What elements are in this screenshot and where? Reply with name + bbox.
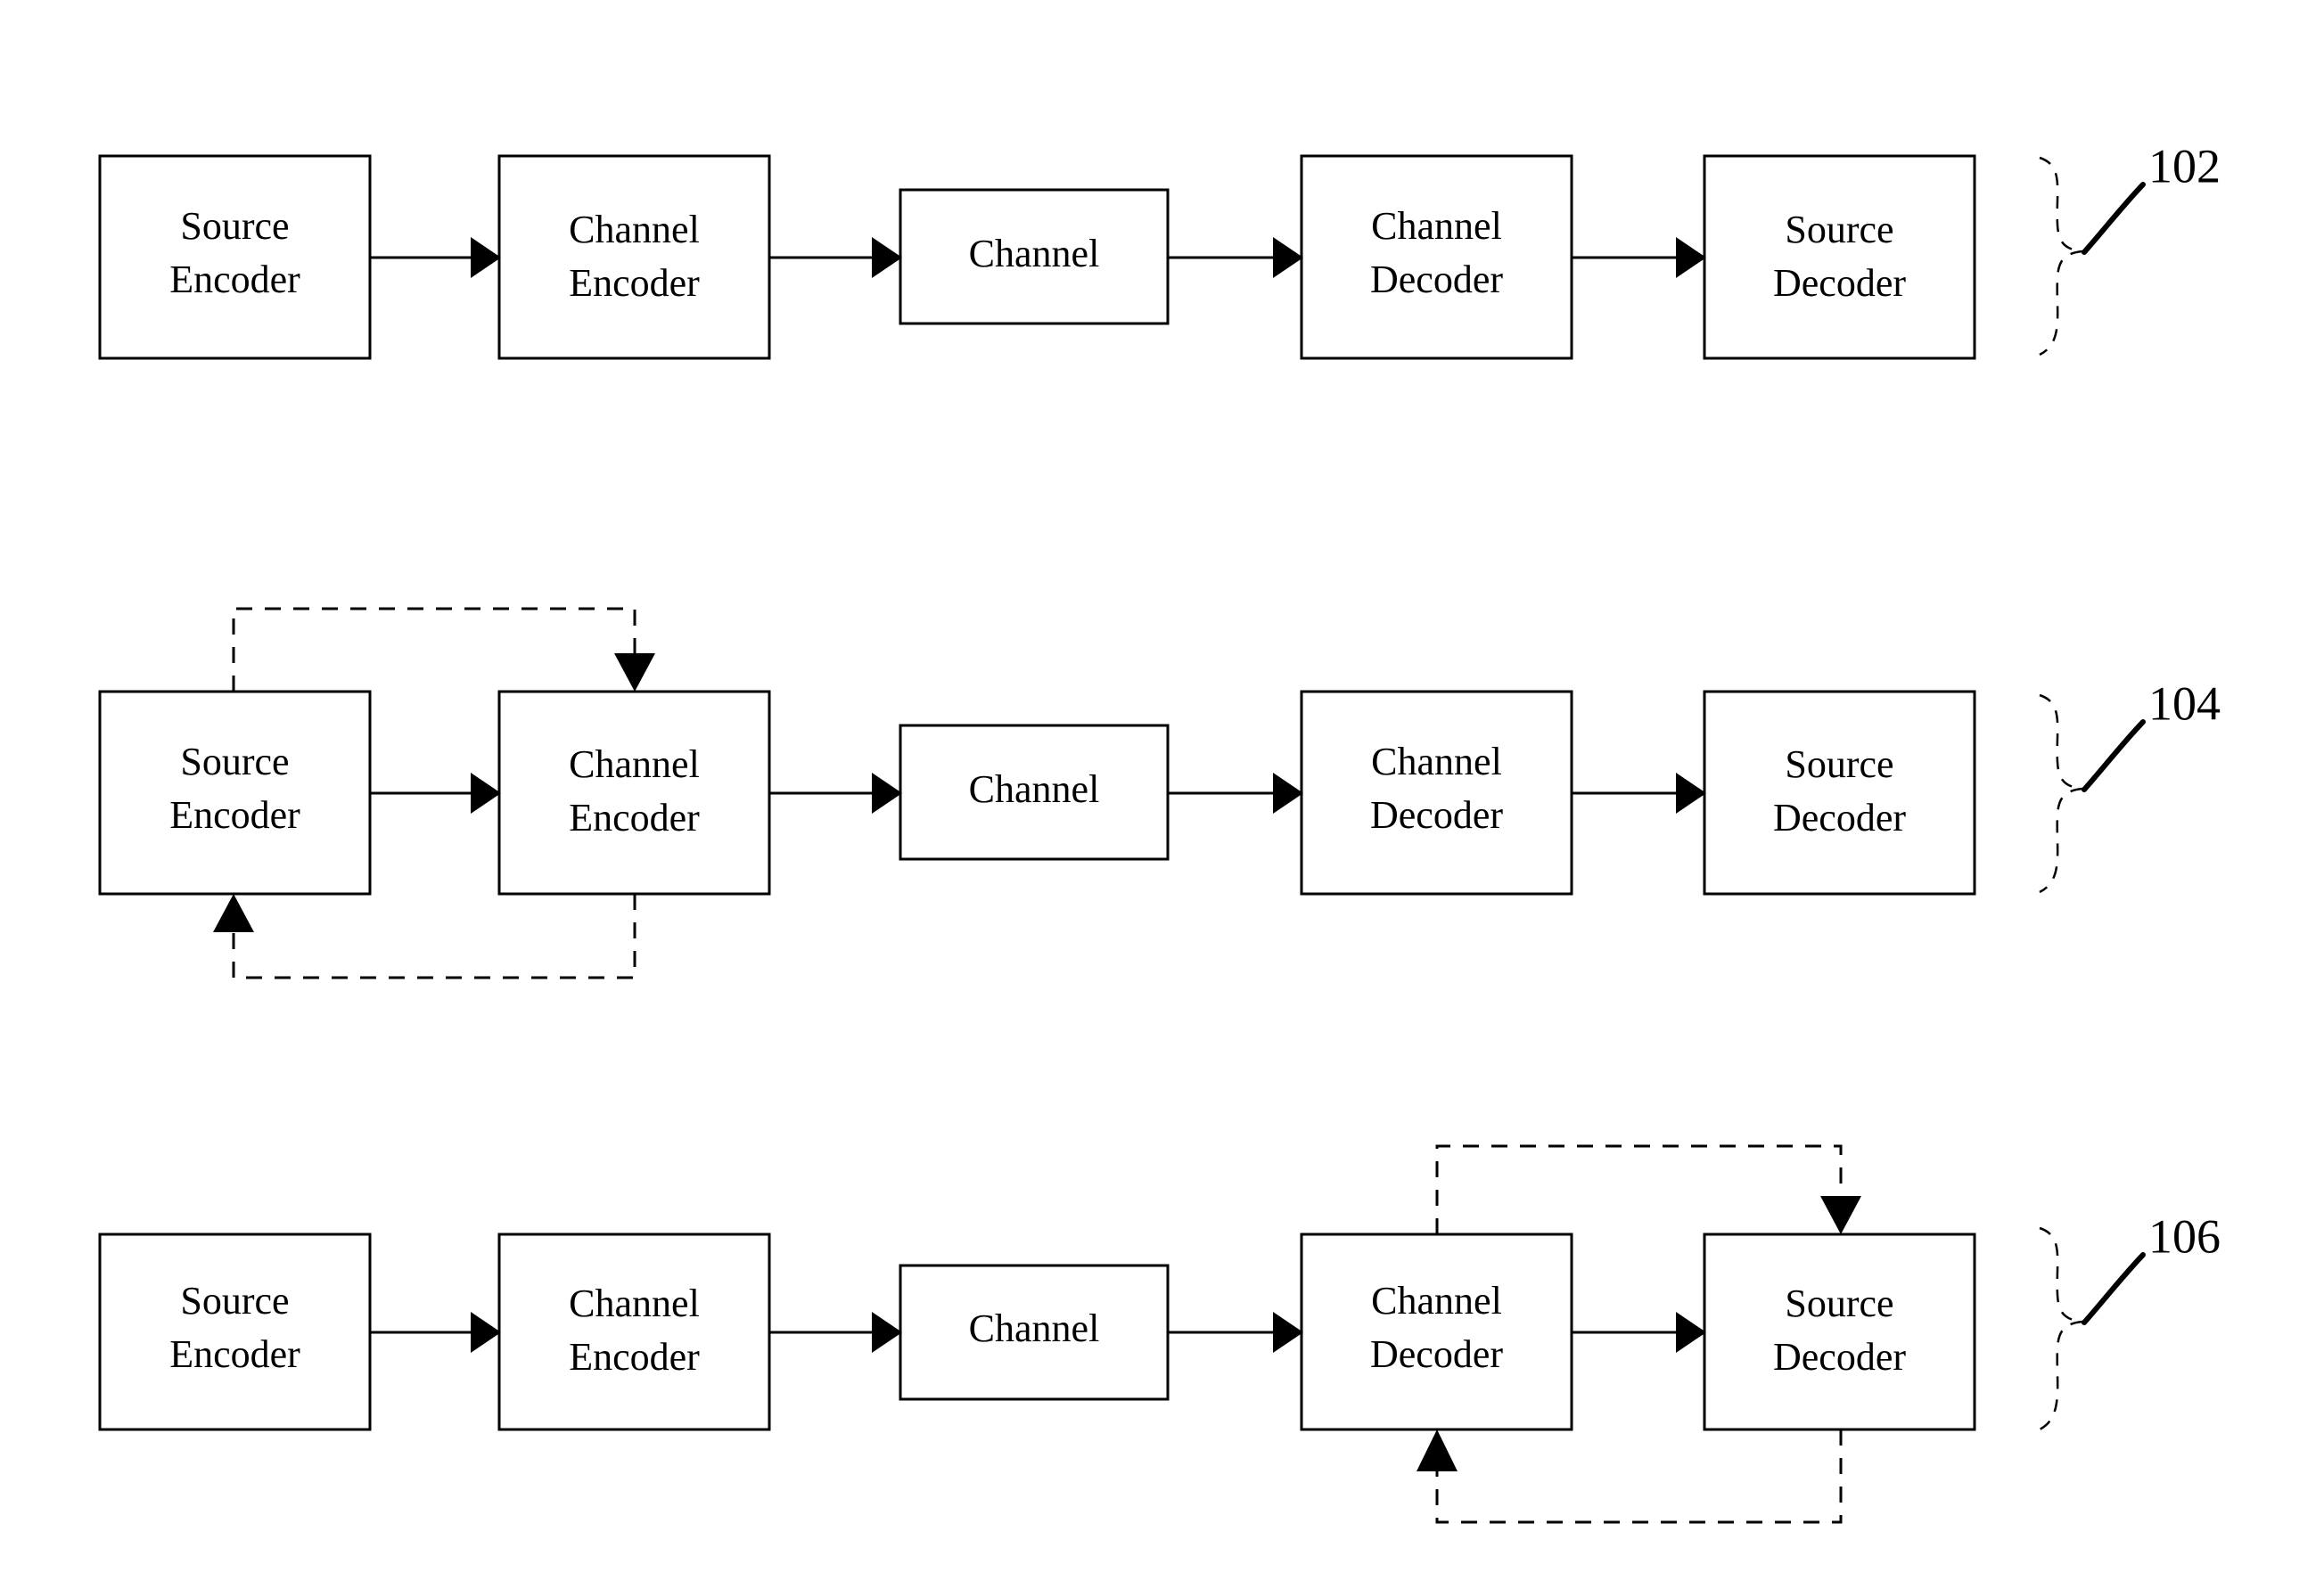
row-102-source-encoder-label-2: Encoder: [169, 258, 300, 301]
row-106-reference-numeral: 106: [2148, 1209, 2221, 1263]
row-106-source-decoder-label-2: Decoder: [1773, 1335, 1906, 1379]
row-102-source-decoder-label-1: Source: [1785, 208, 1893, 251]
row-106-connector-3: [1168, 1312, 1303, 1353]
row-104-channel-label-1: Channel: [969, 767, 1100, 811]
row-104-feedback-lower: [213, 894, 636, 979]
row-104-source-decoder-label-2: Decoder: [1773, 796, 1906, 840]
row-106-source-decoder-label-1: Source: [1785, 1282, 1893, 1325]
row-106-channel-label-1: Channel: [969, 1306, 1100, 1350]
row-104-connector-2: [769, 773, 902, 814]
row-106-channel-encoder-label-2: Encoder: [569, 1335, 700, 1379]
row-104-connector-3: [1168, 773, 1303, 814]
row-104: Source Encoder Channel Encoder Channel C…: [98, 607, 2221, 979]
row-104-block-source-encoder[interactable]: Source Encoder: [98, 690, 372, 896]
row-102-block-channel-encoder[interactable]: Channel Encoder: [497, 154, 771, 360]
row-104-source-encoder-label-1: Source: [180, 740, 289, 783]
row-102-brace: [2039, 156, 2083, 356]
row-106-block-source-encoder[interactable]: Source Encoder: [98, 1233, 372, 1431]
row-102-channel-encoder-label-2: Encoder: [569, 261, 700, 305]
row-106-source-encoder-label-1: Source: [180, 1279, 289, 1323]
row-104-channel-encoder-label-2: Encoder: [569, 796, 700, 840]
row-104-connector-4: [1572, 773, 1706, 814]
row-104-block-source-decoder[interactable]: Source Decoder: [1703, 690, 1976, 896]
block-diagram: Source Encoder Channel Encoder Channel C…: [98, 139, 2221, 1524]
row-106: Source Encoder Channel Encoder Channel C…: [98, 1144, 2221, 1524]
row-102-block-channel[interactable]: Channel: [899, 188, 1170, 325]
row-102-reference-numeral: 102: [2148, 139, 2221, 192]
row-104-source-decoder-label-1: Source: [1785, 742, 1893, 786]
row-102-block-source-encoder[interactable]: Source Encoder: [98, 154, 372, 360]
diagram-canvas: Source Encoder Channel Encoder Channel C…: [0, 0, 2324, 1589]
row-102-connector-4: [1572, 237, 1706, 278]
row-104-block-channel-encoder[interactable]: Channel Encoder: [497, 690, 771, 896]
row-104-channel-decoder-label-1: Channel: [1371, 740, 1502, 783]
row-102-source-decoder-label-2: Decoder: [1773, 261, 1906, 305]
row-104-feedback-upper: [232, 607, 655, 692]
row-106-feedback-upper: [1435, 1144, 1861, 1234]
row-104-brace: [2039, 693, 2083, 894]
row-106-leader-line: [2082, 1252, 2146, 1325]
row-106-block-channel[interactable]: Channel: [899, 1264, 1170, 1401]
row-102-leader-line: [2082, 182, 2146, 255]
row-106-connector-2: [769, 1312, 902, 1353]
row-104-block-channel[interactable]: Channel: [899, 724, 1170, 861]
row-102-block-source-decoder[interactable]: Source Decoder: [1703, 154, 1976, 360]
row-102-channel-encoder-label-1: Channel: [569, 208, 700, 251]
row-102: Source Encoder Channel Encoder Channel C…: [98, 139, 2221, 360]
row-102-connector-3: [1168, 237, 1303, 278]
row-102-channel-decoder-label-2: Decoder: [1370, 258, 1503, 301]
row-106-channel-decoder-label-1: Channel: [1371, 1279, 1502, 1323]
row-102-block-channel-decoder[interactable]: Channel Decoder: [1300, 154, 1573, 360]
row-102-channel-label-1: Channel: [969, 232, 1100, 275]
row-102-connector-2: [769, 237, 902, 278]
row-104-block-channel-decoder[interactable]: Channel Decoder: [1300, 690, 1573, 896]
row-102-source-encoder-label-1: Source: [180, 204, 289, 248]
row-106-connector-1: [370, 1312, 501, 1353]
row-104-channel-encoder-label-1: Channel: [569, 742, 700, 786]
row-106-feedback-lower: [1417, 1429, 1843, 1524]
row-106-connector-4: [1572, 1312, 1706, 1353]
row-104-reference-numeral: 104: [2148, 676, 2221, 730]
row-106-channel-decoder-label-2: Decoder: [1370, 1332, 1503, 1376]
row-106-block-source-decoder[interactable]: Source Decoder: [1703, 1233, 1976, 1431]
row-106-block-channel-decoder[interactable]: Channel Decoder: [1300, 1233, 1573, 1431]
row-104-leader-line: [2082, 719, 2146, 792]
row-104-source-encoder-label-2: Encoder: [169, 793, 300, 837]
row-104-channel-decoder-label-2: Decoder: [1370, 793, 1503, 837]
row-106-brace: [2039, 1226, 2083, 1431]
row-106-block-channel-encoder[interactable]: Channel Encoder: [497, 1233, 771, 1431]
row-102-channel-decoder-label-1: Channel: [1371, 204, 1502, 248]
row-106-channel-encoder-label-1: Channel: [569, 1282, 700, 1325]
row-106-source-encoder-label-2: Encoder: [169, 1332, 300, 1376]
row-104-connector-1: [370, 773, 501, 814]
row-102-connector-1: [370, 237, 501, 278]
